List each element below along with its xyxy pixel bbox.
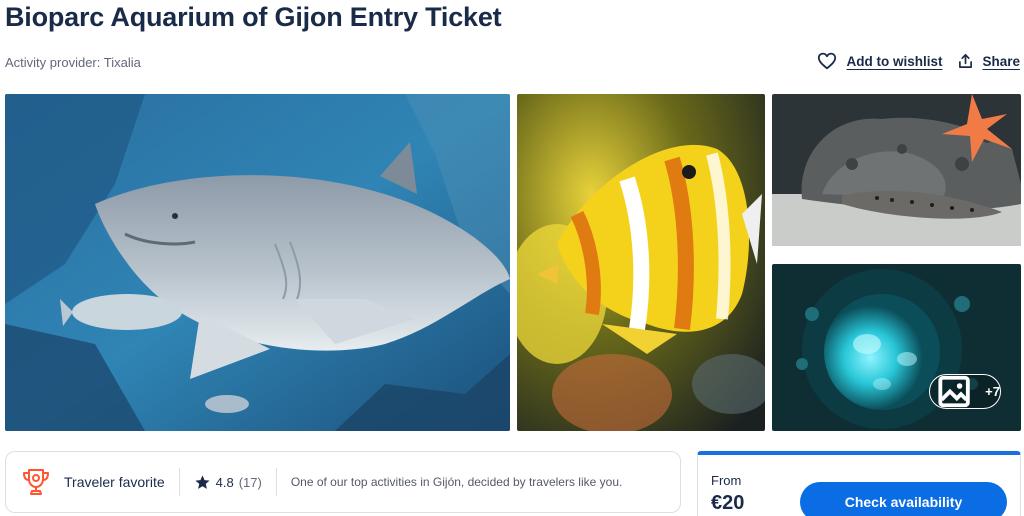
photo-butterflyfish[interactable] xyxy=(517,94,765,431)
booking-card: From €20 Check availability xyxy=(697,451,1021,516)
image-icon xyxy=(938,375,970,408)
title-actions: Add to wishlist Share xyxy=(817,52,1020,70)
share-button[interactable]: Share xyxy=(958,53,1020,69)
photo-shark[interactable] xyxy=(5,94,510,431)
photo-gallery: +7 xyxy=(0,94,1024,431)
photo-jellyfish-tunnel[interactable]: +7 xyxy=(772,264,1021,431)
page-title: Bioparc Aquarium of Gijon Entry Ticket xyxy=(5,2,502,32)
heart-icon xyxy=(818,52,837,70)
butterflyfish-photo-illustration xyxy=(517,94,765,431)
rating-value: 4.8 xyxy=(215,474,234,490)
trophy-icon xyxy=(18,464,54,500)
price-value: €20 xyxy=(711,492,745,514)
check-availability-button[interactable]: Check availability xyxy=(800,482,1007,516)
traveler-favorite-description: One of our top activities in Gijón, deci… xyxy=(290,475,623,489)
rating-summary[interactable]: 4.8 (17) xyxy=(194,474,262,491)
review-count: (17) xyxy=(238,474,262,490)
photo-starfish-shark[interactable] xyxy=(772,94,1021,246)
add-to-wishlist-label: Add to wishlist xyxy=(846,53,943,69)
activity-provider-text: Activity provider: Tixalia xyxy=(5,55,141,70)
add-to-wishlist-button[interactable]: Add to wishlist xyxy=(817,52,942,70)
more-photos-button[interactable]: +7 xyxy=(929,374,1001,409)
price-from-label: From xyxy=(711,473,742,488)
activity-provider: Activity provider: Tixalia xyxy=(5,55,141,70)
divider xyxy=(178,468,180,496)
share-icon xyxy=(959,54,973,68)
star-icon xyxy=(195,474,210,489)
traveler-favorite-label: Traveler favorite xyxy=(64,474,165,490)
more-photos-count: +7 xyxy=(985,384,1000,399)
divider xyxy=(275,468,277,496)
starfish-photo-illustration xyxy=(772,94,1021,246)
shark-photo-illustration xyxy=(5,94,510,431)
traveler-favorite-banner: Traveler favorite 4.8 (17) One of our to… xyxy=(5,451,681,513)
share-label: Share xyxy=(982,53,1020,69)
